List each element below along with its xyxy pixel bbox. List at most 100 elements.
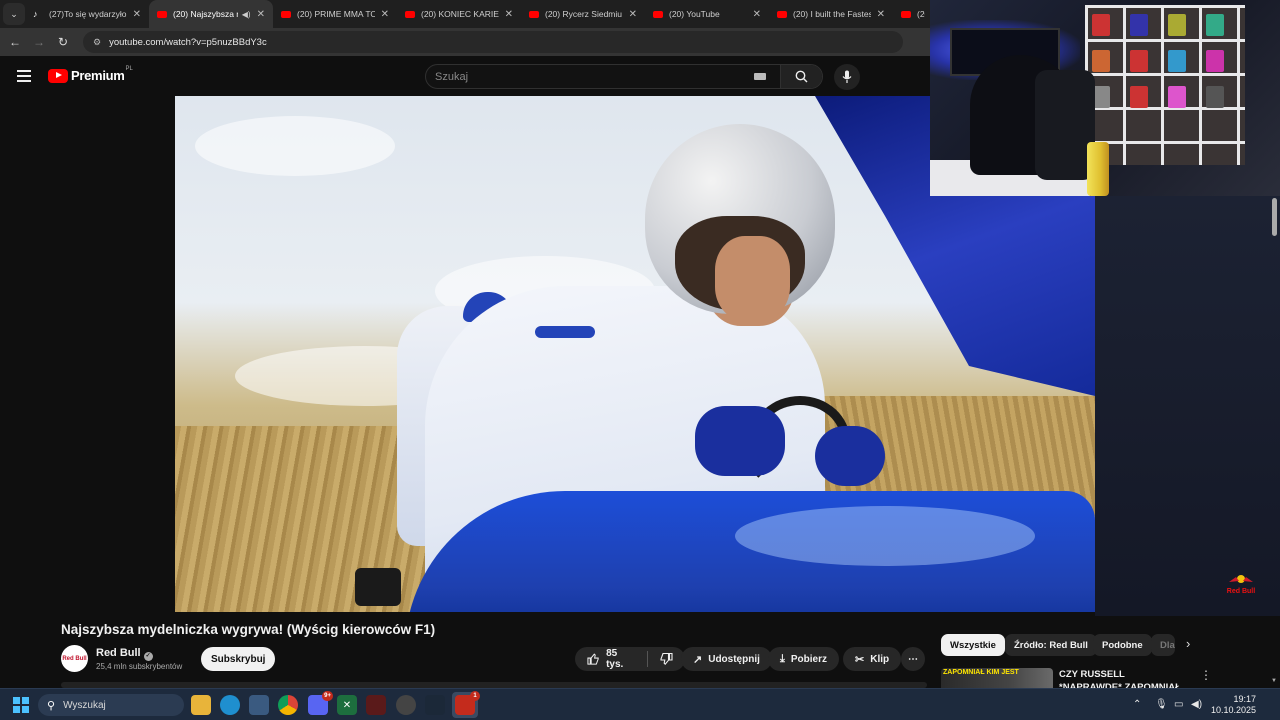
obs-icon[interactable] <box>396 695 416 715</box>
back-arrow-icon[interactable]: ← <box>3 35 27 49</box>
clock-time: 19:17 <box>1233 694 1256 704</box>
system-clock[interactable]: 19:17 10.10.2025 <box>1208 694 1256 716</box>
subscribe-button[interactable]: Subskrybuj <box>201 647 276 671</box>
logo-word: Premium <box>71 68 125 83</box>
search-icon <box>795 70 808 83</box>
store-icon[interactable] <box>249 695 269 715</box>
youtube-icon <box>281 10 291 18</box>
microphone-icon[interactable]: 🎙 <box>1155 699 1168 710</box>
network-icon[interactable]: ▭ <box>1174 699 1183 710</box>
download-label: Pobierz <box>790 653 827 665</box>
chip-related[interactable]: Podobne <box>1093 634 1152 656</box>
chevron-up-icon[interactable]: ⌃ <box>1133 699 1141 710</box>
close-icon[interactable]: ✕ <box>753 9 761 20</box>
browser-toolbar: ← → ↻ ⚙ youtube.com/watch?v=p5nuzBBdY3c <box>0 28 930 56</box>
file-explorer-icon[interactable] <box>191 695 211 715</box>
tab-title: (20) Rycerz Siedmiu K <box>545 9 623 19</box>
chip-source[interactable]: Źródło: Red Bull <box>1005 634 1097 656</box>
recommendation-title[interactable]: CZY RUSSELL *NAPRAWDĘ* ZAPOMNIAŁ KIM JES… <box>1059 668 1189 688</box>
taskbar-search[interactable]: ⚲ Wyszukaj <box>38 694 184 716</box>
windows-start-icon[interactable] <box>13 697 29 713</box>
search-button[interactable] <box>780 65 822 88</box>
url-text: youtube.com/watch?v=p5nuzBBdY3c <box>109 36 267 48</box>
download-button[interactable]: ⤓ Pobierz <box>768 647 839 671</box>
close-icon[interactable]: ✕ <box>381 9 389 20</box>
tab-title: (20) YouTube <box>669 9 720 19</box>
clock-date: 10.10.2025 <box>1210 705 1256 715</box>
youtube-logo[interactable]: Premium PL <box>48 65 133 83</box>
share-icon: ↗ <box>693 653 703 666</box>
voice-search-button[interactable] <box>834 64 860 90</box>
chip-for-you[interactable]: Dla <box>1151 634 1175 656</box>
scrollbar-thumb[interactable] <box>1272 198 1277 236</box>
browser-tab[interactable]: (20) Rycerz Siedmiu K ✕ <box>521 0 645 28</box>
browser-tab[interactable]: ♪ (27)To się wydarzyło ✕ <box>25 0 149 28</box>
site-info-icon[interactable]: ⚙ <box>93 37 101 48</box>
share-button[interactable]: ↗ Udostępnij <box>681 647 772 671</box>
more-horizontal-icon: ⋯ <box>908 653 918 665</box>
browser-tab[interactable]: (20) YouTube ✕ <box>645 0 769 28</box>
more-vertical-icon[interactable]: ⋮ <box>1200 668 1212 682</box>
youtube-icon <box>653 10 663 18</box>
speaker-icon[interactable]: ◀) <box>242 10 251 19</box>
chip-all[interactable]: Wszystkie <box>941 634 1005 656</box>
youtube-icon <box>901 10 911 18</box>
browser-tab[interactable]: (20) KONIEC KARIERY ✕ <box>397 0 521 28</box>
reload-icon[interactable]: ↻ <box>51 35 75 49</box>
channel-name-link[interactable]: Red Bull ✓ <box>96 647 153 661</box>
thumbs-down-icon <box>660 653 673 665</box>
notification-badge: 9+ <box>322 691 333 701</box>
tab-title: (20) Najszybsza m <box>173 9 238 19</box>
tab-search-button[interactable]: ⌄ <box>3 3 25 25</box>
browser-tab[interactable]: (20) PRIME MMA TO ✕ <box>273 0 397 28</box>
like-button[interactable]: 85 tys. <box>575 647 647 671</box>
edge-icon[interactable] <box>220 695 240 715</box>
channel-name: Red Bull <box>96 647 141 659</box>
browser-tab[interactable]: (20) I built the Fastes ✕ <box>769 0 893 28</box>
recommendation-thumbnail[interactable]: ZAPOMNIAŁ KIM JEST <box>941 668 1053 688</box>
tab-title: (20) 1 <box>917 9 925 19</box>
tab-title: (20) I built the Fastes <box>793 9 871 19</box>
volume-icon[interactable]: ◀) <box>1191 699 1202 710</box>
sidebar-background <box>1095 196 1280 616</box>
keyboard-icon[interactable] <box>754 73 766 80</box>
steam-icon[interactable] <box>425 695 445 715</box>
like-dislike-group: 85 tys. <box>575 647 685 671</box>
more-actions-button[interactable]: ⋯ <box>901 647 925 671</box>
close-icon[interactable]: ✕ <box>257 9 265 20</box>
search-box <box>425 64 823 89</box>
address-bar[interactable]: ⚙ youtube.com/watch?v=p5nuzBBdY3c <box>83 31 903 53</box>
forward-arrow-icon[interactable]: → <box>27 35 51 49</box>
clip-label: Klip <box>870 653 890 665</box>
discord-icon[interactable]: 9+ <box>308 691 333 715</box>
chrome-icon[interactable] <box>278 695 298 715</box>
clip-button[interactable]: ✂ Klip <box>843 647 902 671</box>
logo-region: PL <box>125 65 133 72</box>
avatar-text: Red Bull <box>62 655 87 662</box>
browser-tab-active[interactable]: (20) Najszybsza m ◀) ✕ <box>149 0 273 28</box>
spreadsheet-icon[interactable]: ✕ <box>337 695 357 715</box>
driver-glove <box>695 406 785 476</box>
drink-can <box>1087 142 1109 196</box>
menu-icon[interactable] <box>17 70 31 85</box>
webcam-overlay <box>930 0 1280 196</box>
close-icon[interactable]: ✕ <box>133 9 141 20</box>
chevron-right-icon[interactable]: › <box>1186 636 1190 651</box>
thumbnail-text: ZAPOMNIAŁ KIM JEST <box>943 669 1019 676</box>
close-icon[interactable]: ✕ <box>629 9 637 20</box>
search-input[interactable] <box>426 65 754 88</box>
app-icon[interactable]: 1 <box>455 691 480 715</box>
dislike-button[interactable] <box>648 647 685 671</box>
avatar[interactable]: Red Bull <box>61 645 88 672</box>
search-icon: ⚲ <box>47 699 56 712</box>
scroll-down-arrow[interactable]: ▼ <box>1271 678 1277 684</box>
game-icon[interactable] <box>366 695 386 715</box>
browser-tab[interactable]: (20) 1 <box>893 0 933 28</box>
close-icon[interactable]: ✕ <box>505 9 513 20</box>
youtube-icon <box>777 10 787 18</box>
tiktok-icon: ♪ <box>33 9 38 19</box>
tab-title: (20) PRIME MMA TO <box>297 9 375 19</box>
verified-check-icon: ✓ <box>143 652 153 661</box>
youtube-icon <box>157 10 167 18</box>
close-icon[interactable]: ✕ <box>877 9 885 20</box>
